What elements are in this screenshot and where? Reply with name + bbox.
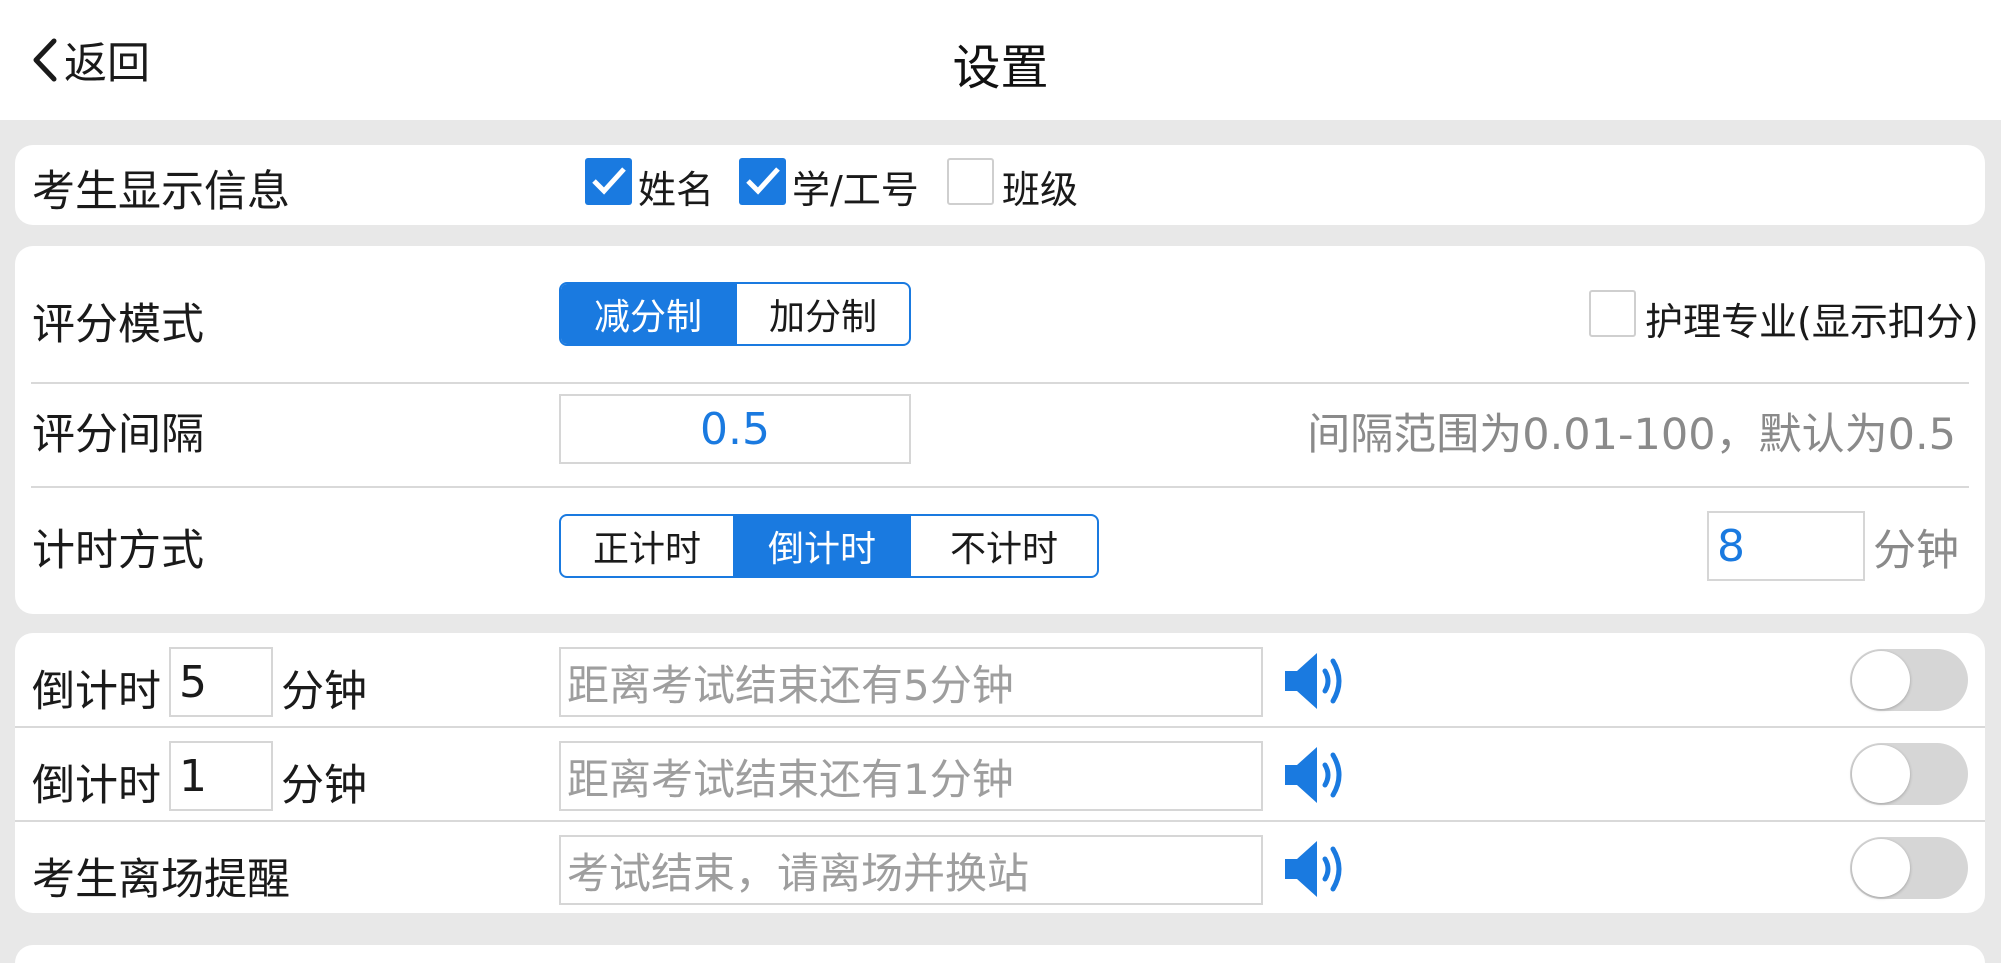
- reminders-card: 倒计时 5 分钟 距离考试结束还有5分钟 倒计时 1 分钟 距离考试结束还有1分…: [15, 633, 1985, 913]
- class-checkbox-label: 班级: [1002, 168, 1079, 212]
- scoring-card: 评分模式 减分制 加分制 护理专业(显示扣分) 评分间隔 0.5 间隔范围为0.…: [15, 246, 1985, 614]
- reminder-minutes-input[interactable]: 1: [169, 741, 273, 811]
- name-checkbox-label: 姓名: [638, 168, 715, 212]
- divider: [31, 486, 1969, 488]
- toggle-knob: [1852, 839, 1910, 897]
- reminder-text-input[interactable]: 距离考试结束还有5分钟: [559, 647, 1263, 717]
- checkmark-icon: [592, 167, 626, 195]
- name-checkbox[interactable]: [585, 158, 632, 205]
- speaker-icon[interactable]: [1283, 745, 1349, 805]
- display-info-label: 考生显示信息: [32, 167, 290, 217]
- reminder-unit: 分钟: [281, 761, 367, 811]
- score-interval-label: 评分间隔: [32, 410, 204, 460]
- reminder-prefix: 倒计时: [32, 761, 161, 811]
- timing-minutes-input[interactable]: 8: [1707, 511, 1865, 581]
- toggle-knob: [1852, 745, 1910, 803]
- display-info-card: 考生显示信息 姓名 学/工号 班级: [15, 145, 1985, 225]
- nursing-checkbox-label: 护理专业(显示扣分): [1645, 300, 1979, 344]
- student-id-checkbox[interactable]: [739, 158, 786, 205]
- leave-reminder-input[interactable]: 考试结束，请离场并换站: [559, 835, 1263, 905]
- timing-count-down[interactable]: 倒计时: [733, 516, 909, 576]
- leave-reminder-toggle[interactable]: [1850, 837, 1968, 899]
- reminder-prefix: 倒计时: [32, 667, 161, 717]
- leave-reminder-label: 考生离场提醒: [32, 855, 290, 905]
- timing-minutes-unit: 分钟: [1873, 526, 1959, 576]
- timing-segmented: 正计时 倒计时 不计时: [559, 514, 1099, 578]
- timing-no-timer[interactable]: 不计时: [909, 516, 1097, 576]
- scoring-mode-deduct[interactable]: 减分制: [561, 284, 735, 344]
- next-card: [15, 945, 1985, 963]
- student-id-checkbox-label: 学/工号: [792, 168, 919, 212]
- checkmark-icon: [746, 167, 780, 195]
- score-interval-input[interactable]: 0.5: [559, 394, 911, 464]
- speaker-icon[interactable]: [1283, 651, 1349, 711]
- reminder-toggle[interactable]: [1850, 649, 1968, 711]
- divider: [15, 726, 1985, 728]
- nav-bar: 返回 设置: [0, 0, 2001, 120]
- timing-count-up[interactable]: 正计时: [561, 516, 733, 576]
- reminder-toggle[interactable]: [1850, 743, 1968, 805]
- score-interval-hint: 间隔范围为0.01-100，默认为0.5: [1307, 410, 1956, 460]
- toggle-knob: [1852, 651, 1910, 709]
- scoring-mode-add[interactable]: 加分制: [735, 284, 909, 344]
- reminder-minutes-input[interactable]: 5: [169, 647, 273, 717]
- reminder-unit: 分钟: [281, 667, 367, 717]
- divider: [15, 820, 1985, 822]
- scoring-mode-label: 评分模式: [32, 300, 204, 350]
- reminder-text-input[interactable]: 距离考试结束还有1分钟: [559, 741, 1263, 811]
- scoring-mode-segmented: 减分制 加分制: [559, 282, 911, 346]
- page-title: 设置: [952, 40, 1049, 96]
- timing-label: 计时方式: [32, 526, 204, 576]
- speaker-icon[interactable]: [1283, 839, 1349, 899]
- divider: [31, 382, 1969, 384]
- class-checkbox[interactable]: [947, 158, 994, 205]
- nursing-checkbox[interactable]: [1589, 290, 1636, 337]
